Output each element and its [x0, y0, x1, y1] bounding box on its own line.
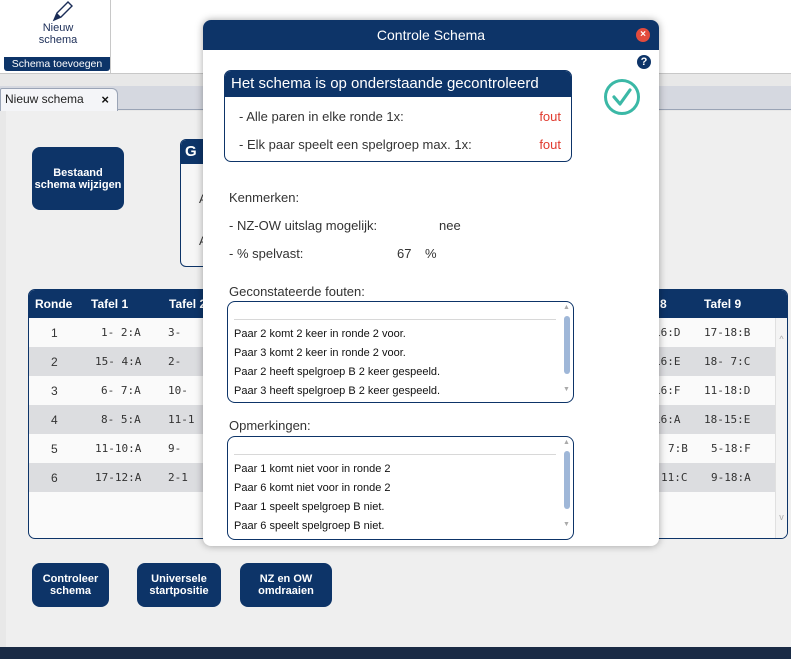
cell-tafel-1: 1- 2:A — [101, 326, 141, 339]
cell-tafel-2: 10- — [168, 384, 188, 397]
opmerkingen-list[interactable]: Paar 1 komt niet voor in ronde 2 Paar 6 … — [227, 436, 574, 540]
check-circle-icon — [604, 79, 640, 115]
cell-tafel-1: 8- 5:A — [101, 413, 141, 426]
fouten-scrollbar[interactable]: ▲ ▼ — [563, 304, 571, 398]
pencil-icon — [52, 1, 73, 22]
cell-tafel-1: 11-10:A — [95, 442, 142, 455]
scroll-down-icon[interactable]: ▼ — [563, 521, 570, 528]
cell-tafel-9: 5-18:F — [711, 442, 751, 455]
dialog-title: Controle Schema — [203, 20, 659, 50]
nzow-label: - NZ-OW uitslag mogelijk: — [229, 218, 378, 233]
cell-ronde: 5 — [51, 442, 58, 456]
list-item[interactable]: Paar 6 komt niet voor in ronde 2 — [234, 482, 391, 494]
scroll-up-icon[interactable]: ▲ — [563, 304, 570, 311]
scroll-thumb[interactable] — [564, 451, 570, 509]
list-item[interactable]: Paar 1 speelt spelgroep B niet. — [234, 501, 384, 513]
fouten-label: Geconstateerde fouten: — [229, 284, 365, 299]
status-bar — [0, 647, 791, 659]
cell-tafel-9: 17-18:B — [704, 326, 751, 339]
cell-tafel-9: 18- 7:C — [704, 355, 751, 368]
scroll-thumb[interactable] — [564, 316, 570, 374]
new-schema-label-2: schema — [38, 34, 78, 46]
header-tafel-1: Tafel 1 — [91, 297, 129, 311]
nz-ow-omdraaien-button[interactable]: NZ en OW omdraaien — [240, 563, 332, 607]
list-item[interactable]: Paar 3 komt 2 keer in ronde 2 voor. — [234, 347, 406, 359]
cell-tafel-9: 11-18:D — [704, 384, 751, 397]
scroll-up-icon[interactable]: ▲ — [563, 439, 570, 446]
cell-tafel-2: 3- — [168, 326, 182, 339]
cell-tafel-2: 2- — [168, 355, 182, 368]
cell-tafel-8: 11:C — [661, 471, 688, 484]
list-item[interactable]: Paar 2 heeft spelgroep B 2 keer gespeeld… — [234, 366, 440, 378]
cell-ronde: 1 — [51, 326, 58, 340]
help-icon[interactable]: ? — [637, 55, 651, 69]
list-item[interactable]: Paar 1 komt niet voor in ronde 2 — [234, 463, 391, 475]
opmerkingen-label: Opmerkingen: — [229, 418, 311, 433]
cell-ronde: 3 — [51, 384, 58, 398]
check-pairs-label: - Alle paren in elke ronde 1x: — [239, 109, 404, 124]
header-ronde: Ronde — [35, 297, 73, 311]
tab-nieuw-schema[interactable]: Nieuw schema × — [0, 88, 118, 111]
check-results-header: Het schema is op onderstaande gecontrole… — [225, 71, 571, 97]
close-icon[interactable]: × — [636, 28, 650, 42]
cell-ronde: 6 — [51, 471, 58, 485]
cell-ronde: 4 — [51, 413, 58, 427]
bestaand-schema-wijzigen-button[interactable]: Bestaand schema wijzigen — [32, 147, 124, 210]
spelvast-unit: % — [425, 246, 437, 261]
check-groups-result: fout — [539, 137, 561, 152]
controle-schema-dialog: Controle Schema × ? Het schema is op ond… — [203, 20, 659, 546]
spelvast-value: 67 — [397, 246, 412, 261]
cell-tafel-9: 9-18:A — [711, 471, 751, 484]
tab-label: Nieuw schema — [5, 92, 84, 106]
nzow-value: nee — [439, 218, 461, 233]
header-tafel-8: 8 — [660, 297, 667, 311]
scroll-up-icon[interactable]: ^ — [776, 334, 787, 344]
cell-tafel-2: 9- — [168, 442, 182, 455]
list-item[interactable]: Paar 2 komt 2 keer in ronde 2 voor. — [234, 328, 406, 340]
check-groups-label: - Elk paar speelt een spelgroep max. 1x: — [239, 137, 472, 152]
cell-tafel-1: 6- 7:A — [101, 384, 141, 397]
kenmerken-label: Kenmerken: — [229, 190, 300, 205]
scroll-down-icon[interactable]: ▼ — [563, 386, 570, 393]
list-item[interactable]: Paar 6 speelt spelgroep B niet. — [234, 520, 384, 532]
cell-tafel-9: 18-15:E — [704, 413, 751, 426]
universele-startpositie-button[interactable]: Universele startpositie — [137, 563, 221, 607]
ribbon-group-label: Schema toevoegen — [4, 57, 110, 71]
scroll-down-icon[interactable]: v — [776, 512, 787, 522]
new-schema-button[interactable]: Nieuw schema — [6, 0, 110, 62]
spelvast-label: - % spelvast: — [229, 246, 304, 261]
header-tafel-9: Tafel 9 — [704, 297, 742, 311]
cell-tafel-1: 15- 4:A — [95, 355, 142, 368]
cell-tafel-8: 7:B — [668, 442, 688, 455]
check-pairs-result: fout — [539, 109, 561, 124]
ribbon-divider — [110, 0, 111, 74]
opmerkingen-scrollbar[interactable]: ▲ ▼ — [563, 439, 571, 533]
controleer-schema-button[interactable]: Controleer schema — [32, 563, 109, 607]
cell-tafel-1: 17-12:A — [95, 471, 142, 484]
list-item[interactable] — [234, 447, 556, 455]
cell-tafel-2: 2-1 — [168, 471, 188, 484]
grid-scrollbar[interactable]: ^ v — [775, 318, 787, 538]
list-item[interactable] — [234, 312, 556, 320]
list-item[interactable]: Paar 3 heeft spelgroep B 2 keer gespeeld… — [234, 385, 440, 397]
cell-tafel-2: 11-1 — [168, 413, 195, 426]
new-schema-label-1: Nieuw — [42, 22, 74, 34]
tab-close-icon[interactable]: × — [101, 89, 109, 110]
fouten-list[interactable]: Paar 2 komt 2 keer in ronde 2 voor. Paar… — [227, 301, 574, 403]
header-tafel-2: Tafel 2 — [169, 297, 207, 311]
check-results-box: Het schema is op onderstaande gecontrole… — [224, 70, 572, 162]
cell-ronde: 2 — [51, 355, 58, 369]
